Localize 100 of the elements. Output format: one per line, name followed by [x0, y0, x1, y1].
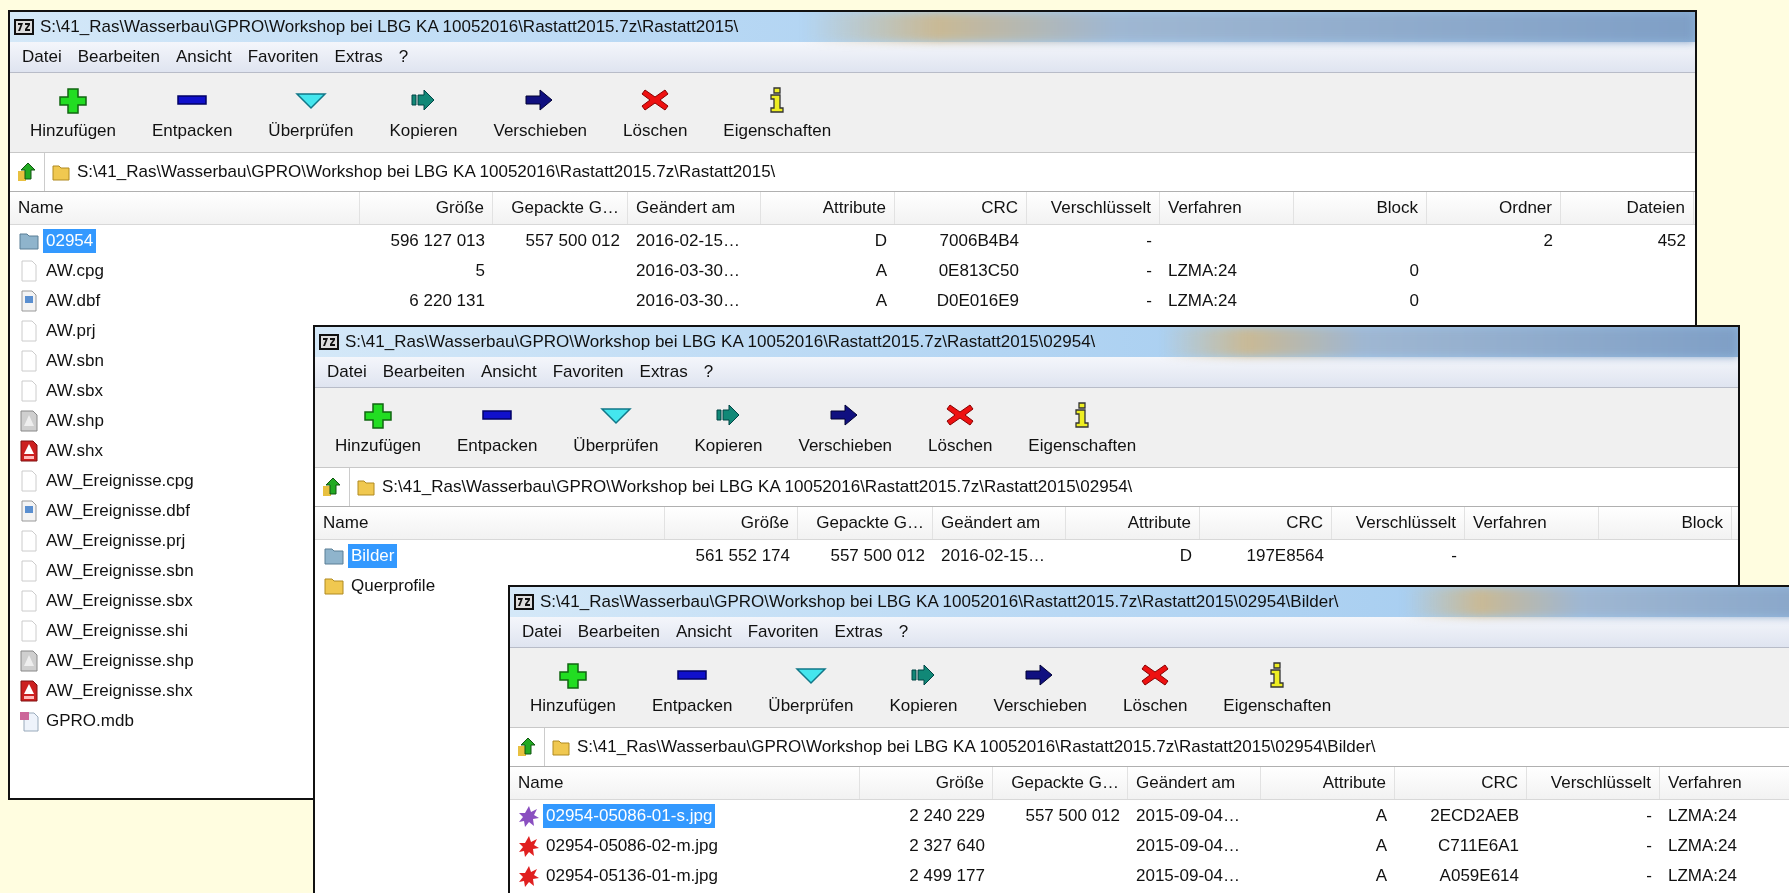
file-name[interactable]: AW_Ereignisse.shi — [43, 619, 192, 643]
menu-item[interactable]: Ansicht — [669, 620, 738, 644]
menu-item[interactable]: Favoriten — [546, 360, 630, 384]
file-name[interactable]: AW_Ereignisse.shp — [43, 649, 197, 673]
toolbar-button[interactable]: Hinzufügen — [516, 654, 630, 723]
menu-item[interactable]: ? — [892, 620, 915, 644]
address-field[interactable]: S:\41_Ras\Wasserbau\GPRO\Workshop bei LBG KA 10052016\Rastatt2015.7z\Rastatt2015\02954\ — [349, 468, 1738, 506]
menu-item[interactable]: Bearbeiten — [376, 360, 471, 384]
column-header[interactable]: Verschlüsselt — [1332, 507, 1465, 539]
column-header[interactable]: Geändert am — [1128, 767, 1261, 799]
toolbar-button[interactable]: Überprüfen — [559, 394, 673, 463]
toolbar-button[interactable]: Verschieben — [479, 79, 602, 148]
column-header[interactable]: Gepackte G… — [493, 192, 628, 224]
toolbar-button[interactable]: Löschen — [609, 79, 702, 148]
toolbar-button[interactable]: Verschieben — [979, 654, 1102, 723]
menu-item[interactable]: ? — [697, 360, 720, 384]
column-header[interactable]: Geändert am — [628, 192, 761, 224]
toolbar-button[interactable]: Überprüfen — [754, 654, 868, 723]
toolbar-button[interactable]: Entpacken — [443, 394, 552, 463]
file-name[interactable]: AW.prj — [43, 319, 99, 343]
file-name[interactable]: AW.sbn — [43, 349, 107, 373]
menu-item[interactable]: Extras — [633, 360, 694, 384]
address-field[interactable]: S:\41_Ras\Wasserbau\GPRO\Workshop bei LBG KA 10052016\Rastatt2015.7z\Rastatt2015\02954\Bilder\ — [544, 728, 1789, 766]
file-name[interactable]: AW_Ereignisse.dbf — [43, 499, 193, 523]
file-name[interactable]: 02954-05136-01-m.jpg — [543, 864, 721, 888]
menu-item[interactable]: Bearbeiten — [571, 620, 666, 644]
menu-item[interactable]: Datei — [16, 45, 68, 69]
column-header[interactable]: CRC — [1395, 767, 1527, 799]
column-header[interactable]: Gepackte G… — [798, 507, 933, 539]
column-header[interactable]: Gepackte G… — [993, 767, 1128, 799]
menu-item[interactable]: ? — [392, 45, 415, 69]
column-header[interactable]: Name — [510, 767, 860, 799]
menu-item[interactable]: Favoriten — [741, 620, 825, 644]
file-name[interactable]: 02954-05086-02-m.jpg — [543, 834, 721, 858]
toolbar-button[interactable]: Eigenschaften — [1209, 654, 1346, 723]
table-cell: 2016-03-30… — [636, 291, 740, 311]
toolbar-button[interactable]: Entpacken — [638, 654, 747, 723]
column-header[interactable]: Geändert am — [933, 507, 1066, 539]
menu-item[interactable]: Extras — [328, 45, 389, 69]
menu-item[interactable]: Ansicht — [169, 45, 238, 69]
column-header[interactable]: Verfahren — [1660, 767, 1789, 799]
column-header[interactable]: Verschlüsselt — [1527, 767, 1660, 799]
toolbar-button[interactable]: Überprüfen — [254, 79, 368, 148]
table-cell: 197E8564 — [1246, 546, 1324, 566]
table-cell: D — [874, 231, 887, 251]
toolbar-button[interactable]: Hinzufügen — [321, 394, 435, 463]
file-name[interactable]: AW.shp — [43, 409, 107, 433]
column-header[interactable]: Block — [1294, 192, 1427, 224]
toolbar-button[interactable]: Kopieren — [375, 79, 472, 148]
menu-item[interactable]: Ansicht — [474, 360, 543, 384]
file-name[interactable]: AW.shx — [43, 439, 106, 463]
file-name[interactable]: AW_Ereignisse.cpg — [43, 469, 197, 493]
column-header[interactable]: Name — [315, 507, 665, 539]
column-header[interactable]: Block — [1599, 507, 1732, 539]
column-header[interactable]: Verfahren — [1160, 192, 1294, 224]
file-name[interactable]: AW.dbf — [43, 289, 104, 313]
file-name[interactable]: Querprofile — [348, 574, 439, 598]
folder-up-icon[interactable] — [16, 161, 38, 183]
column-header[interactable]: Attribute — [761, 192, 895, 224]
column-header[interactable]: Ordner — [1427, 192, 1561, 224]
column-header[interactable]: CRC — [1200, 507, 1332, 539]
file-name[interactable]: AW_Ereignisse.shx — [43, 679, 196, 703]
column-header[interactable]: Größe — [360, 192, 493, 224]
address-field[interactable]: S:\41_Ras\Wasserbau\GPRO\Workshop bei LBG KA 10052016\Rastatt2015.7z\Rastatt2015\ — [44, 153, 1695, 191]
column-header[interactable]: Attribute — [1066, 507, 1200, 539]
menu-item[interactable]: Datei — [516, 620, 568, 644]
toolbar-button[interactable]: Verschieben — [784, 394, 907, 463]
folder-up-icon[interactable] — [321, 476, 343, 498]
toolbar-button[interactable]: Hinzufügen — [16, 79, 130, 148]
toolbar-button[interactable]: Entpacken — [138, 79, 247, 148]
toolbar-button[interactable]: Löschen — [914, 394, 1007, 463]
toolbar-button[interactable]: Löschen — [1109, 654, 1202, 723]
folder-up-icon[interactable] — [516, 736, 538, 758]
menu-item[interactable]: Bearbeiten — [71, 45, 166, 69]
file-name[interactable]: GPRO.mdb — [43, 709, 137, 733]
file-name[interactable]: AW.cpg — [43, 259, 107, 283]
toolbar-button[interactable]: Kopieren — [680, 394, 777, 463]
toolbar-button[interactable]: Eigenschaften — [709, 79, 846, 148]
column-header[interactable]: Größe — [665, 507, 798, 539]
column-header[interactable]: Name — [10, 192, 360, 224]
column-header[interactable]: Verfahren — [1465, 507, 1599, 539]
file-icon — [18, 410, 40, 432]
file-name[interactable]: AW_Ereignisse.sbx — [43, 589, 196, 613]
column-header[interactable]: Größe — [860, 767, 993, 799]
table-cell: 452 — [1657, 231, 1686, 251]
column-header[interactable]: Dateien — [1561, 192, 1694, 224]
menu-item[interactable]: Extras — [828, 620, 889, 644]
column-header[interactable]: CRC — [895, 192, 1027, 224]
toolbar-button[interactable]: Kopieren — [875, 654, 972, 723]
column-header[interactable]: Attribute — [1261, 767, 1395, 799]
file-icon — [18, 560, 40, 582]
column-header[interactable]: Verschlüsselt — [1027, 192, 1160, 224]
toolbar-button[interactable]: Eigenschaften — [1014, 394, 1151, 463]
menu-item[interactable]: Favoriten — [241, 45, 325, 69]
menu-item[interactable]: Datei — [321, 360, 373, 384]
table-cell: A — [1375, 836, 1387, 856]
file-name[interactable]: AW_Ereignisse.sbn — [43, 559, 197, 583]
file-name[interactable]: AW.sbx — [43, 379, 106, 403]
table-cell: - — [1146, 261, 1152, 281]
file-name[interactable]: AW_Ereignisse.prj — [43, 529, 189, 553]
